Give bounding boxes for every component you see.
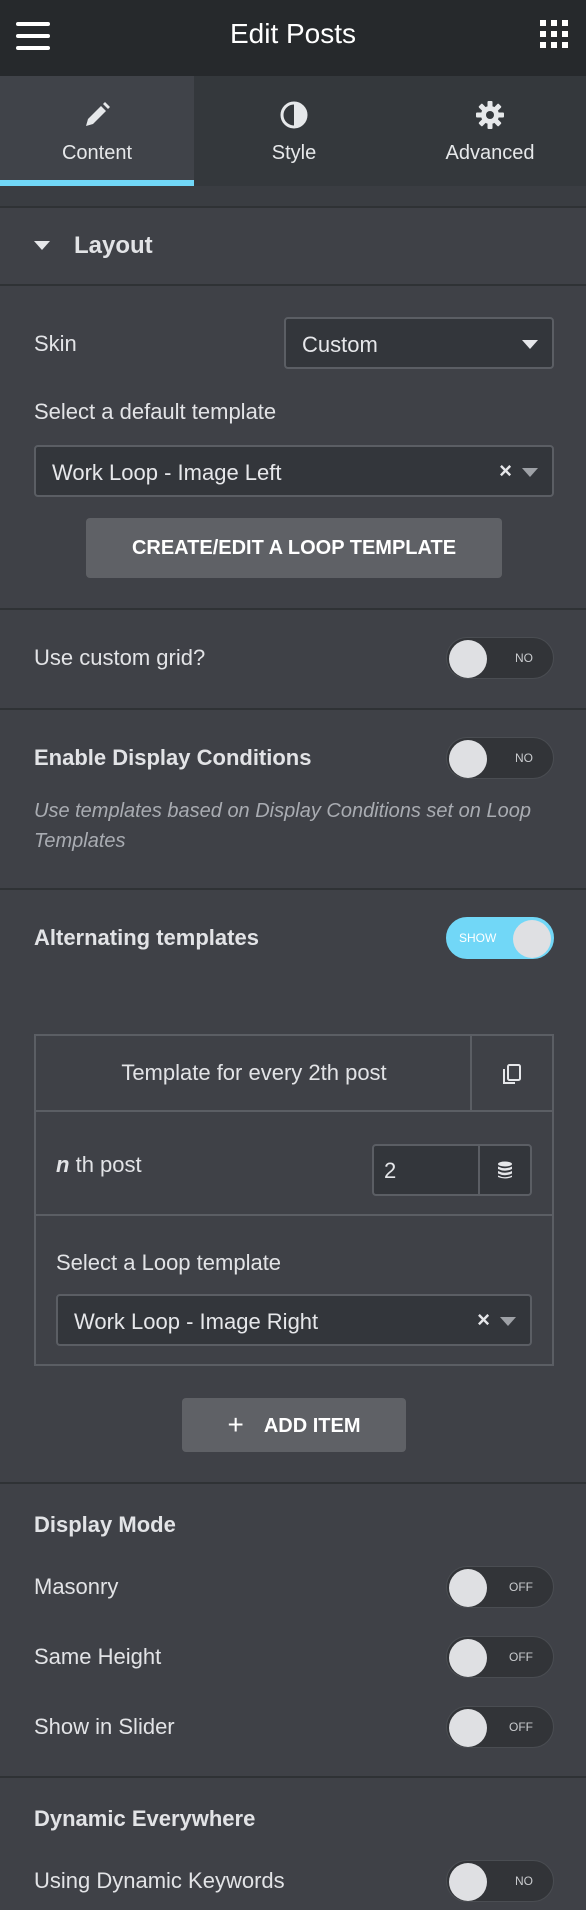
add-item-button[interactable]: + ADD ITEM [182,1398,406,1452]
nth-post-label: n th post [56,1152,142,1178]
switch-knob [449,1709,487,1747]
custom-grid-switch[interactable]: NO [446,637,554,679]
default-template-value: Work Loop - Image Left [52,460,282,485]
switch-state: NO [515,751,533,765]
clear-icon[interactable]: × [477,1307,490,1333]
divider [0,708,586,710]
switch-state: OFF [509,1720,533,1734]
editor-header: Edit Posts [0,0,586,76]
dynamic-keywords-label: Using Dynamic Keywords [34,1868,285,1893]
copy-icon [503,1064,521,1084]
masonry-label: Masonry [34,1574,119,1599]
tab-content-label: Content [61,142,133,164]
dynamic-tags-button[interactable] [478,1146,530,1194]
divider [0,608,586,610]
alternating-templates-label: Alternating templates [34,925,259,950]
dynamic-everywhere-title: Dynamic Everywhere [34,1806,256,1831]
chevron-down-icon [522,340,538,349]
switch-state: NO [515,651,533,665]
section-toggle-layout[interactable]: Layout [0,208,586,284]
caret-down-icon [34,241,50,250]
repeater-item-header[interactable]: Template for every 2th post [36,1036,552,1112]
repeater-item-title: Template for every 2th post [121,1060,387,1085]
alternating-template-item: Template for every 2th post n th post 2 … [34,1034,554,1366]
nth-n: n [56,1152,70,1177]
switch-state: OFF [509,1580,533,1594]
nth-post-row: n th post 2 [36,1114,552,1216]
display-conditions-label: Enable Display Conditions [34,745,312,770]
half-circle-contrast-icon [280,101,308,129]
clear-icon[interactable]: × [499,458,512,484]
loop-template-label: Select a Loop template [56,1250,282,1275]
pencil-icon [86,102,110,126]
create-edit-loop-template-button[interactable]: CREATE/EDIT A LOOP TEMPLATE [86,518,502,578]
loop-template-select[interactable]: Work Loop - Image Right × [56,1294,532,1346]
switch-knob [449,640,487,678]
nth-post-input[interactable]: 2 [372,1144,532,1196]
custom-grid-label: Use custom grid? [34,645,206,670]
switch-state: NO [515,1874,533,1888]
tabs-spacer [0,186,586,206]
display-conditions-note: Use templates based on Display Condition… [34,800,531,852]
skin-select-value: Custom [302,332,378,357]
chevron-down-icon [522,468,538,477]
switch-knob [513,920,551,958]
switch-knob [449,1863,487,1901]
switch-knob [449,1569,487,1607]
same-height-label: Same Height [34,1644,162,1669]
add-item-label: ADD ITEM [263,1415,361,1437]
loop-template-value: Work Loop - Image Right [74,1309,319,1334]
masonry-switch[interactable]: OFF [446,1566,554,1608]
divider [0,1776,586,1778]
nth-suffix: th post [75,1152,142,1177]
skin-select[interactable]: Custom [284,317,554,369]
grid-apps-icon[interactable] [540,20,568,48]
gear-icon [476,101,504,129]
nth-post-value: 2 [384,1158,397,1183]
tab-advanced[interactable]: Advanced [394,76,586,186]
database-icon [498,1161,512,1179]
tab-advanced-label: Advanced [445,142,535,164]
dynamic-keywords-switch[interactable]: NO [446,1860,554,1902]
switch-knob [449,1639,487,1677]
show-in-slider-label: Show in Slider [34,1714,175,1739]
same-height-switch[interactable]: OFF [446,1636,554,1678]
display-mode-title: Display Mode [34,1512,176,1537]
divider [0,284,586,286]
page-title: Edit Posts [229,18,357,49]
divider [0,888,586,890]
display-conditions-switch[interactable]: NO [446,737,554,779]
default-template-select[interactable]: Work Loop - Image Left × [34,445,554,497]
switch-knob [449,740,487,778]
plus-icon: + [227,1409,244,1440]
switch-state: SHOW [459,931,497,945]
panel-tabs: Content Style Advanced [0,76,586,186]
divider [0,1482,586,1484]
tab-style[interactable]: Style [194,76,394,186]
alternating-templates-switch[interactable]: SHOW [446,917,554,959]
skin-label: Skin [34,331,77,356]
hamburger-menu-icon[interactable] [16,22,50,50]
tab-style-label: Style [271,142,317,164]
chevron-down-icon [500,1317,516,1326]
default-template-label: Select a default template [34,399,277,424]
section-title-layout: Layout [74,232,153,259]
duplicate-item-button[interactable] [470,1036,552,1112]
tab-content[interactable]: Content [0,76,194,186]
switch-state: OFF [509,1650,533,1664]
show-in-slider-switch[interactable]: OFF [446,1706,554,1748]
